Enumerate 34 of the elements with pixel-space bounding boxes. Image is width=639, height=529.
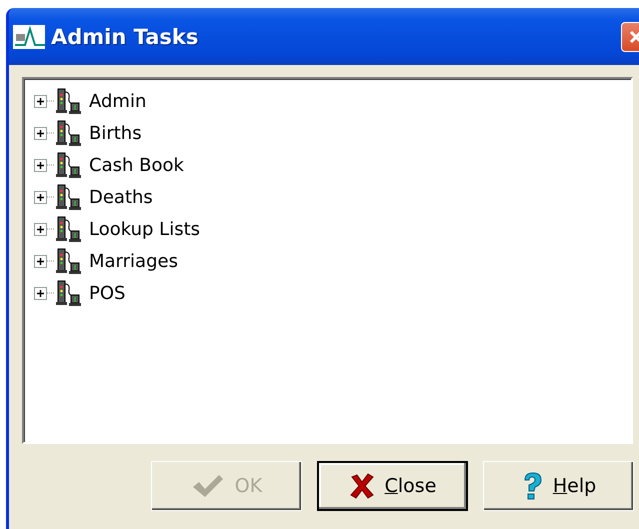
tree-item[interactable]: Admin [89,90,146,112]
window-title: Admin Tasks [51,24,200,48]
tree-connector-line [47,228,55,230]
expand-toggle[interactable] [34,126,47,140]
x-icon [348,473,375,499]
tree-connector-line [47,292,55,294]
tree-item[interactable]: Deaths [89,186,153,208]
server-icon [55,215,83,243]
tree-item[interactable]: Marriages [89,250,178,272]
expand-toggle[interactable] [34,190,47,204]
server-icon [55,183,83,211]
server-icon [55,247,83,275]
checkmark-icon [190,473,225,499]
tree-connector-line [47,196,55,198]
tree-connector-line [47,164,55,166]
help-button[interactable]: Help [483,461,634,511]
tree-item[interactable]: Cash Book [89,154,184,176]
tree-item[interactable]: POS [89,282,126,304]
server-icon [55,151,83,179]
expand-toggle[interactable] [34,94,47,108]
close-button[interactable]: Close [317,461,468,511]
server-icon [55,119,83,147]
server-icon [55,87,83,115]
tree-connector-line [47,100,55,102]
server-icon [55,279,83,307]
expand-toggle[interactable] [34,286,47,300]
tree-connector-line [47,132,55,134]
expand-toggle[interactable] [34,222,47,236]
app-logo-icon [13,24,45,48]
tree-item[interactable]: Lookup Lists [89,218,200,240]
expand-toggle[interactable] [34,254,47,268]
expand-toggle[interactable] [34,158,47,172]
tree-connector-line [47,260,55,262]
tree-item[interactable]: Births [89,122,142,144]
